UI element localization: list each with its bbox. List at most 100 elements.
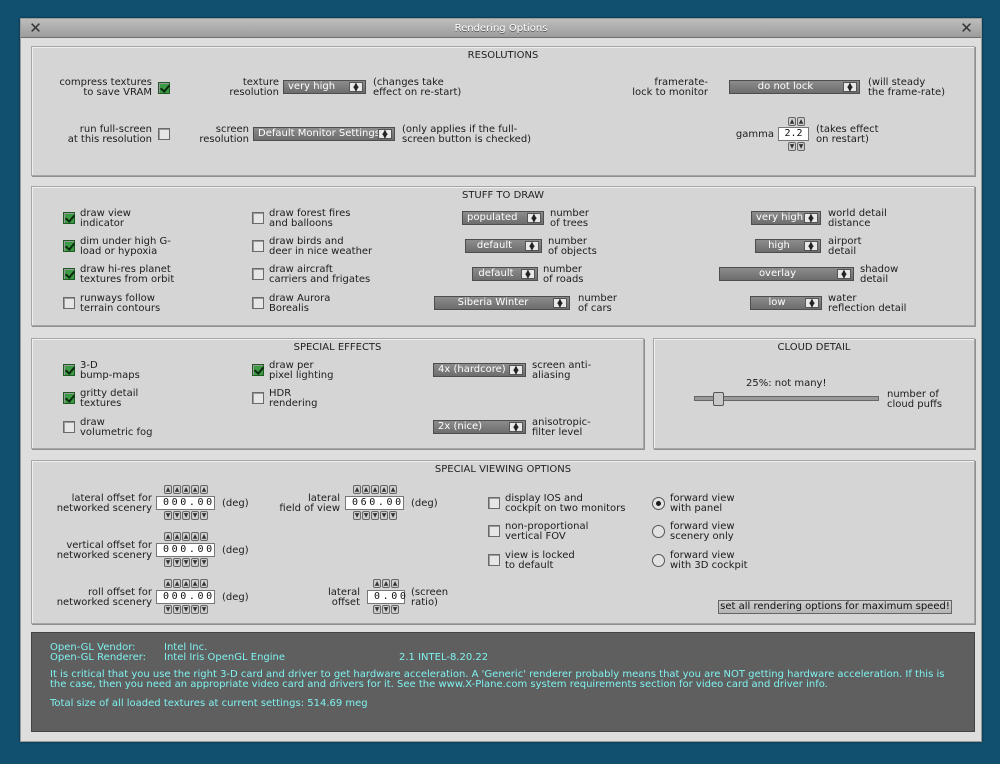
- compress-textures-label: compress textures to save VRAM: [59, 77, 152, 98]
- forest-fires-checkbox[interactable]: [252, 212, 264, 224]
- opengl-info-panel: Open-GL Vendor: Intel Inc. Open-GL Rende…: [31, 632, 975, 732]
- forward-view-scenery-radio[interactable]: [652, 525, 665, 538]
- vertical-offset-up[interactable]: ▲ ▲ ▲ ▲ ▲: [164, 532, 208, 541]
- fullscreen-label: run full-screen at this resolution: [67, 124, 152, 145]
- up-arrow-icon[interactable]: ▲: [797, 117, 805, 126]
- fov-down[interactable]: ▼ ▼ ▼ ▼ ▼: [353, 511, 397, 520]
- roll-offset-down[interactable]: ▼ ▼ ▼ ▼ ▼: [164, 605, 208, 614]
- anti-aliasing-label: screen anti- aliasing: [532, 360, 592, 381]
- opengl-version: 2.1 INTEL-8.20.22: [399, 652, 489, 663]
- stuff-to-draw-panel: STUFF TO DRAW draw view indicator dim un…: [31, 186, 975, 326]
- updown-arrow-icon: ▲ ▼: [509, 422, 523, 433]
- cloud-title: CLOUD DETAIL: [777, 342, 851, 353]
- title-bar[interactable]: ✕ Rendering Options ✕: [21, 19, 981, 38]
- lat-offset-unit: (screen ratio): [411, 587, 449, 608]
- stuff-checkbox-label: dim under high G- load or hypoxia: [80, 236, 171, 257]
- framerate-dropdown[interactable]: do not lock ▲ ▼: [729, 80, 860, 94]
- lateral-offset-up[interactable]: ▲ ▲ ▲ ▲ ▲: [164, 485, 208, 494]
- vertical-offset-field[interactable]: 000.00: [156, 543, 215, 557]
- screen-note: (only applies if the full- screen button…: [402, 124, 532, 145]
- lat-offset-field[interactable]: 0.00: [367, 590, 406, 604]
- gamma-field[interactable]: 2.2: [778, 127, 809, 141]
- compress-textures-checkbox[interactable]: [158, 82, 170, 94]
- trees-dropdown[interactable]: populated ▲ ▼: [462, 211, 544, 225]
- lat-offset-down[interactable]: ▼ ▼ ▼: [373, 605, 399, 614]
- notice-line-2: the case, then you need an appropriate v…: [50, 679, 828, 690]
- stuff-checkbox-label: draw birds and deer in nice weather: [269, 236, 373, 257]
- viewing-title: SPECIAL VIEWING OPTIONS: [434, 464, 572, 475]
- fov-up[interactable]: ▲ ▲ ▲ ▲ ▲: [353, 485, 397, 494]
- lateral-offset-unit: (deg): [222, 498, 249, 509]
- hires-planet-checkbox[interactable]: [63, 268, 75, 280]
- forward-view-cockpit-label: forward view with 3D cockpit: [670, 550, 748, 571]
- forward-view-panel-radio[interactable]: [652, 497, 665, 510]
- pixel-lighting-checkbox[interactable]: [252, 364, 264, 376]
- texture-resolution-dropdown[interactable]: very high ▲ ▼: [283, 80, 366, 94]
- runways-follow-checkbox[interactable]: [63, 297, 75, 309]
- resolutions-title: RESOLUTIONS: [467, 50, 539, 61]
- bump-maps-checkbox[interactable]: [63, 364, 75, 376]
- shadow-detail-dropdown[interactable]: overlay ▲ ▼: [719, 267, 854, 281]
- hdr-checkbox[interactable]: [252, 392, 264, 404]
- lateral-offset-field[interactable]: 000.00: [156, 496, 215, 510]
- max-speed-button[interactable]: set all rendering options for maximum sp…: [718, 600, 952, 614]
- framerate-label: framerate- lock to monitor: [632, 77, 708, 98]
- cloud-slider-thumb[interactable]: [713, 392, 725, 406]
- forward-view-cockpit-radio[interactable]: [652, 554, 665, 567]
- close-icon-right[interactable]: ✕: [958, 20, 975, 37]
- special-viewing-panel: SPECIAL VIEWING OPTIONS lateral offset f…: [31, 460, 975, 624]
- bump-maps-label: 3-D bump-maps: [80, 360, 140, 381]
- gritty-textures-checkbox[interactable]: [63, 392, 75, 404]
- water-reflection-dropdown[interactable]: low ▲ ▼: [750, 296, 822, 310]
- screen-resolution-label: screen resolution: [199, 124, 249, 145]
- close-icon[interactable]: ✕: [27, 20, 44, 37]
- world-detail-dropdown[interactable]: very high ▲ ▼: [751, 211, 821, 225]
- cloud-puffs-label: number of cloud puffs: [887, 389, 943, 410]
- screen-resolution-dropdown[interactable]: Default Monitor Settings ▲ ▼: [253, 127, 395, 141]
- vertical-offset-down[interactable]: ▼ ▼ ▼ ▼ ▼: [164, 558, 208, 567]
- window-title: Rendering Options: [454, 23, 548, 34]
- lateral-offset-down[interactable]: ▼ ▼ ▼ ▼ ▼: [164, 511, 208, 520]
- aurora-checkbox[interactable]: [252, 297, 264, 309]
- updown-arrow-icon: ▲ ▼: [804, 213, 818, 224]
- view-locked-checkbox[interactable]: [488, 554, 500, 566]
- birds-deer-checkbox[interactable]: [252, 240, 264, 252]
- objects-label: number of objects: [548, 236, 597, 257]
- updown-arrow-icon: ▲ ▼: [804, 241, 818, 252]
- trees-label: number of trees: [550, 208, 590, 229]
- gritty-textures-label: gritty detail textures: [80, 388, 139, 409]
- down-arrow-icon[interactable]: ▼: [797, 142, 805, 151]
- roll-offset-up[interactable]: ▲ ▲ ▲ ▲ ▲: [164, 579, 208, 588]
- fullscreen-checkbox[interactable]: [158, 128, 170, 140]
- aircraft-carriers-checkbox[interactable]: [252, 268, 264, 280]
- anti-aliasing-dropdown[interactable]: 4x (hardcore) ▲ ▼: [433, 363, 526, 377]
- airport-detail-dropdown[interactable]: high ▲ ▼: [755, 239, 821, 253]
- texture-size: Total size of all loaded textures at cur…: [50, 698, 368, 709]
- lat-offset-up[interactable]: ▲ ▲ ▲: [373, 579, 399, 588]
- up-arrow-icon[interactable]: ▲: [788, 117, 796, 126]
- cars-dropdown[interactable]: Siberia Winter ▲ ▼: [434, 296, 570, 310]
- down-arrow-icon[interactable]: ▼: [788, 142, 796, 151]
- ios-two-monitors-checkbox[interactable]: [488, 497, 500, 509]
- roads-dropdown[interactable]: default ▲ ▼: [472, 267, 538, 281]
- pixel-lighting-label: draw per pixel lighting: [269, 360, 334, 381]
- nonprop-fov-label: non-proportional vertical FOV: [505, 521, 589, 542]
- anisotropic-dropdown[interactable]: 2x (nice) ▲ ▼: [433, 420, 526, 434]
- stuff-checkbox-label: draw hi-res planet textures from orbit: [80, 264, 175, 285]
- roll-offset-field[interactable]: 000.00: [156, 590, 215, 604]
- gamma-up-arrows[interactable]: ▲ ▲: [788, 117, 805, 126]
- fov-field[interactable]: 060.00: [345, 496, 404, 510]
- nonprop-fov-checkbox[interactable]: [488, 525, 500, 537]
- texture-resolution-label: texture resolution: [229, 77, 279, 98]
- draw-view-indicator-checkbox[interactable]: [63, 212, 75, 224]
- gamma-down-arrows[interactable]: ▼ ▼: [788, 142, 805, 151]
- volumetric-fog-checkbox[interactable]: [63, 421, 75, 433]
- updown-arrow-icon: ▲ ▼: [837, 269, 851, 280]
- objects-dropdown[interactable]: default ▲ ▼: [465, 239, 542, 253]
- effects-title: SPECIAL EFFECTS: [293, 342, 382, 353]
- dim-g-load-checkbox[interactable]: [63, 240, 75, 252]
- lateral-offset-label: lateral offset for networked scenery: [56, 493, 152, 514]
- framerate-note: (will steady the frame-rate): [868, 77, 946, 98]
- roll-offset-label: roll offset for networked scenery: [56, 587, 152, 608]
- volumetric-fog-label: draw volumetric fog: [80, 417, 153, 438]
